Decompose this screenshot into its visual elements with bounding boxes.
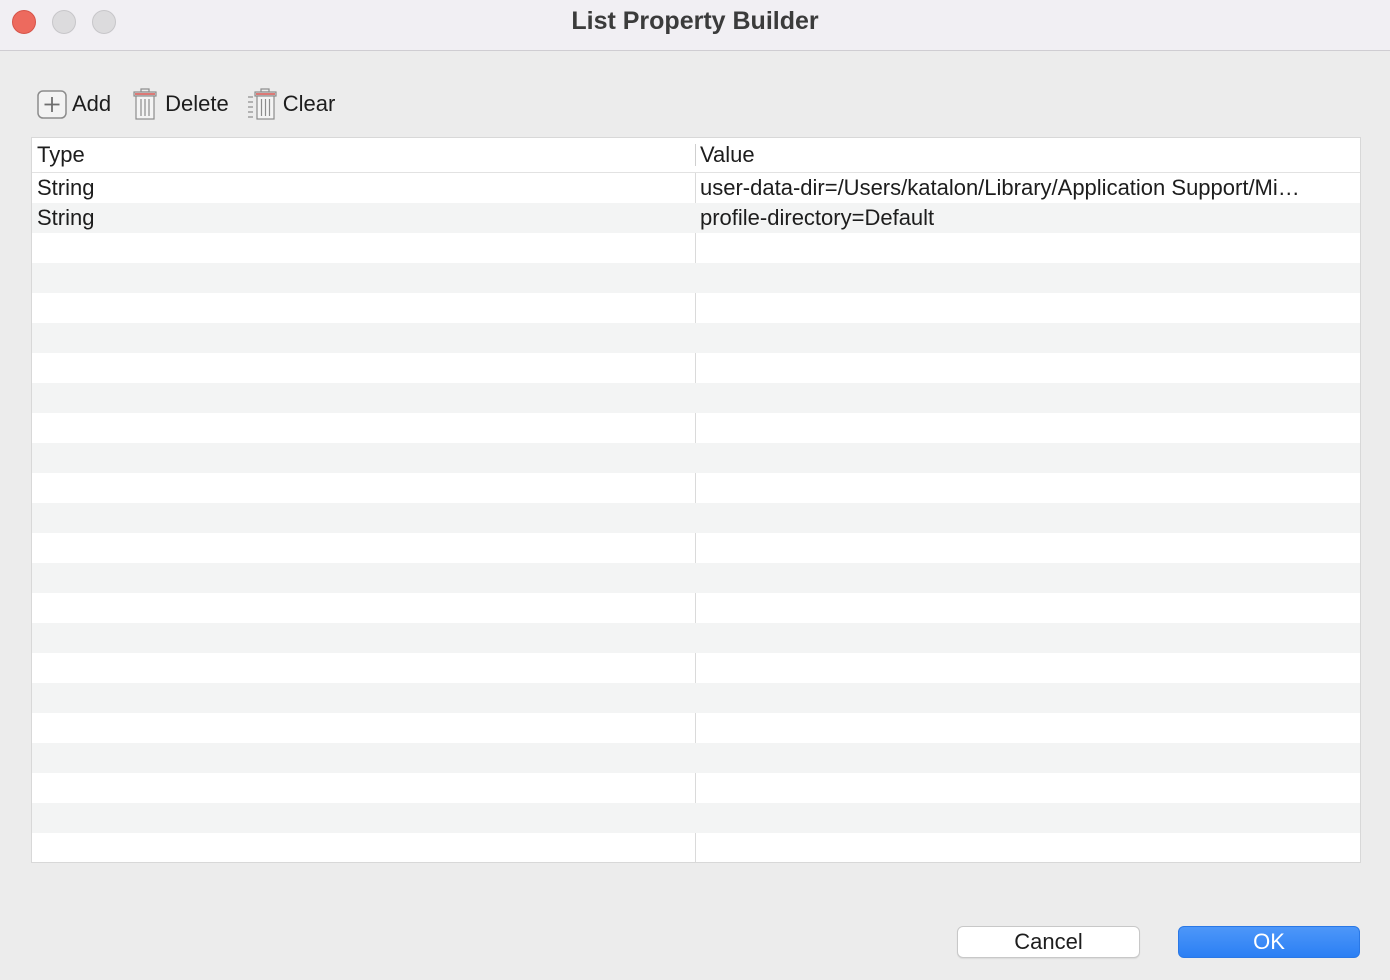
table-row[interactable] [32,593,1360,623]
cell-value[interactable] [695,773,1360,803]
add-button[interactable]: Add [36,88,111,120]
cell-type[interactable] [32,803,695,833]
ok-button[interactable]: OK [1178,926,1360,958]
table-row[interactable] [32,353,1360,383]
cell-type[interactable] [32,473,695,503]
delete-button[interactable]: Delete [129,88,229,120]
cell-type[interactable] [32,623,695,653]
cell-value[interactable]: profile-directory=Default [695,203,1360,233]
window-title: List Property Builder [571,7,819,35]
table-row[interactable] [32,683,1360,713]
cell-type[interactable] [32,443,695,473]
cell-value[interactable] [695,353,1360,383]
cell-value[interactable] [695,533,1360,563]
column-header-value[interactable]: Value [695,138,1360,172]
cell-value[interactable] [695,443,1360,473]
cell-type[interactable] [32,233,695,263]
cell-type[interactable]: String [32,203,695,233]
cell-value[interactable] [695,233,1360,263]
cell-value[interactable] [695,683,1360,713]
cell-value[interactable] [695,323,1360,353]
table-row[interactable] [32,473,1360,503]
cell-type[interactable] [32,773,695,803]
cell-value[interactable]: user-data-dir=/Users/katalon/Library/App… [695,173,1360,203]
property-table: Type Value String user-data-dir=/Users/ka… [31,137,1361,863]
table-row[interactable] [32,743,1360,773]
cell-type[interactable] [32,413,695,443]
table-header: Type Value [32,138,1360,173]
cell-value[interactable] [695,833,1360,862]
table-row[interactable] [32,773,1360,803]
cell-value[interactable] [695,473,1360,503]
table-row[interactable] [32,563,1360,593]
table-row[interactable] [32,623,1360,653]
table-row[interactable] [32,233,1360,263]
table-body: String user-data-dir=/Users/katalon/Libra… [32,173,1360,862]
table-row[interactable] [32,833,1360,862]
table-row[interactable] [32,803,1360,833]
cell-value[interactable] [695,623,1360,653]
cell-type[interactable] [32,743,695,773]
cell-type[interactable] [32,653,695,683]
cell-type[interactable] [32,533,695,563]
cell-type[interactable] [32,293,695,323]
cell-value[interactable] [695,743,1360,773]
cell-value[interactable] [695,503,1360,533]
table-row[interactable] [32,503,1360,533]
cell-value[interactable] [695,653,1360,683]
clear-list-icon [247,88,279,120]
table-row[interactable] [32,443,1360,473]
table-row[interactable] [32,533,1360,563]
table-row[interactable] [32,383,1360,413]
cell-type[interactable] [32,713,695,743]
cell-type[interactable] [32,593,695,623]
clear-button-label: Clear [282,91,336,116]
table-row[interactable]: String profile-directory=Default [32,203,1360,233]
cell-value[interactable] [695,293,1360,323]
cell-value[interactable] [695,563,1360,593]
dialog-window: List Property Builder Add Delete Clear T… [0,0,1390,980]
cell-type[interactable] [32,383,695,413]
table-row[interactable] [32,263,1360,293]
cell-value[interactable] [695,593,1360,623]
cell-value[interactable] [695,713,1360,743]
table-row[interactable] [32,293,1360,323]
table-row[interactable] [32,413,1360,443]
table-row[interactable] [32,323,1360,353]
add-button-label: Add [72,91,112,116]
toolbar: Add Delete Clear [36,86,353,122]
cell-value[interactable] [695,383,1360,413]
table-row[interactable]: String user-data-dir=/Users/katalon/Libra… [32,173,1360,203]
clear-button[interactable]: Clear [247,88,336,120]
trash-icon [129,88,161,120]
cell-value[interactable] [695,263,1360,293]
table-row[interactable] [32,713,1360,743]
cell-value[interactable] [695,803,1360,833]
cell-type[interactable] [32,323,695,353]
title-bar: List Property Builder [0,0,1390,51]
cell-type[interactable] [32,563,695,593]
cancel-button[interactable]: Cancel [957,926,1140,958]
delete-button-label: Delete [165,91,229,116]
column-header-type[interactable]: Type [32,138,695,172]
cell-type[interactable] [32,683,695,713]
table-row[interactable] [32,653,1360,683]
cell-type[interactable] [32,263,695,293]
cell-type[interactable] [32,503,695,533]
cell-type[interactable] [32,353,695,383]
cell-type[interactable] [32,833,695,862]
cell-type[interactable]: String [32,173,695,203]
plus-square-icon [36,88,68,120]
cell-value[interactable] [695,413,1360,443]
